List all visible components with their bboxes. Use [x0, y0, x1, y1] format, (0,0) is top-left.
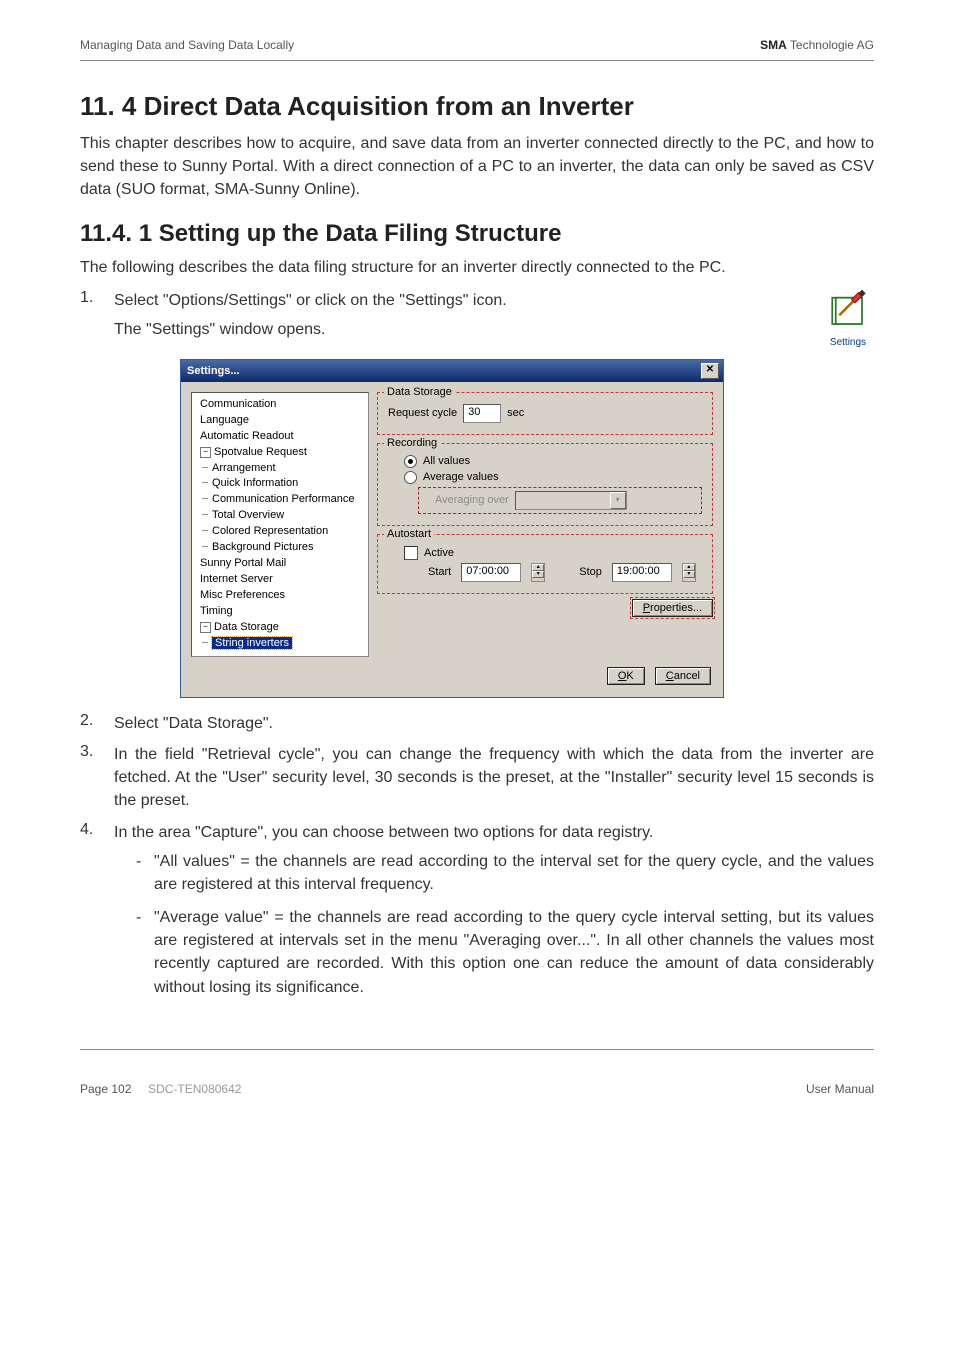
group-autostart: Autostart Active Start 07:00:00 ▴▾ Stop …: [377, 534, 713, 594]
group-legend: Recording: [384, 437, 440, 449]
group-recording: Recording All values Average values Aver…: [377, 443, 713, 526]
radio-all-values[interactable]: [404, 455, 417, 468]
step-number: 1.: [80, 289, 114, 351]
ok-button[interactable]: OK: [607, 667, 645, 685]
page-header: Managing Data and Saving Data Locally SM…: [80, 38, 874, 52]
tree-node-spotvalue[interactable]: −Spotvalue Request: [198, 445, 366, 461]
tree-node-automatic-readout[interactable]: Automatic Readout: [198, 429, 366, 445]
start-label: Start: [428, 566, 451, 578]
properties-button[interactable]: Properties...: [632, 599, 713, 617]
step-text: In the field "Retrieval cycle", you can …: [114, 743, 874, 813]
tree-node-arrangement[interactable]: Arrangement: [198, 461, 366, 477]
chevron-down-icon[interactable]: ▾: [683, 571, 695, 578]
subsection-paragraph: The following describes the data filing …: [80, 256, 874, 279]
footer-rule: [80, 1049, 874, 1050]
settings-icon: [827, 289, 869, 331]
section-paragraph: This chapter describes how to acquire, a…: [80, 132, 874, 202]
request-cycle-label: Request cycle: [388, 407, 457, 419]
steps-list: 1. Select "Options/Settings" or click on…: [80, 289, 874, 351]
close-icon[interactable]: ✕: [701, 363, 719, 379]
dialog-title: Settings...: [187, 365, 240, 377]
header-left: Managing Data and Saving Data Locally: [80, 38, 294, 52]
step-text: In the area "Capture", you can choose be…: [114, 821, 874, 844]
chevron-down-icon[interactable]: ▾: [610, 492, 626, 509]
radio-average-values[interactable]: [404, 471, 417, 484]
tree-node-internet-server[interactable]: Internet Server: [198, 572, 366, 588]
group-legend: Autostart: [384, 528, 434, 540]
settings-tree[interactable]: Communication Language Automatic Readout…: [191, 392, 369, 657]
step-subtext: The "Settings" window opens.: [114, 318, 810, 341]
tree-node-communication[interactable]: Communication: [198, 397, 366, 413]
steps-list-cont: 2. Select "Data Storage". 3. In the fiel…: [80, 712, 874, 1009]
page-footer: Page 102 SDC-TEN080642 User Manual: [80, 1082, 874, 1096]
stop-label: Stop: [579, 566, 602, 578]
start-spinner[interactable]: ▴▾: [531, 563, 545, 582]
footer-page: Page 102: [80, 1082, 131, 1096]
header-rule: [80, 60, 874, 61]
chevron-up-icon[interactable]: ▴: [532, 564, 544, 571]
averaging-over-select[interactable]: ▾: [515, 491, 627, 510]
tree-node-total-overview[interactable]: Total Overview: [198, 508, 366, 524]
chevron-down-icon[interactable]: ▾: [532, 571, 544, 578]
start-time-input[interactable]: 07:00:00: [461, 563, 521, 582]
step-text: Select "Data Storage".: [114, 712, 874, 735]
radio-average-values-label: Average values: [423, 471, 499, 483]
tree-node-sunny-portal[interactable]: Sunny Portal Mail: [198, 556, 366, 572]
tree-node-quick-info[interactable]: Quick Information: [198, 476, 366, 492]
bullet-all-values: "All values" = the channels are read acc…: [136, 850, 874, 896]
step-number: 3.: [80, 743, 114, 813]
checkbox-active[interactable]: [404, 546, 418, 560]
tree-node-colored-rep[interactable]: Colored Representation: [198, 524, 366, 540]
settings-icon-column: Settings: [822, 289, 874, 351]
tree-node-data-storage[interactable]: −Data Storage: [198, 620, 366, 636]
subsection-heading: 11.4. 1 Setting up the Data Filing Struc…: [80, 220, 874, 248]
stop-time-input[interactable]: 19:00:00: [612, 563, 672, 582]
footer-doc-code: SDC-TEN080642: [148, 1082, 241, 1096]
checkbox-active-label: Active: [424, 547, 454, 559]
bullet-average-value: "Average value" = the channels are read …: [136, 906, 874, 999]
sec-label: sec: [507, 407, 524, 419]
group-data-storage: Data Storage Request cycle 30 sec: [377, 392, 713, 435]
collapse-icon[interactable]: −: [200, 622, 211, 633]
section-heading: 11. 4 Direct Data Acquisition from an In…: [80, 91, 874, 122]
tree-node-language[interactable]: Language: [198, 413, 366, 429]
header-right: SMA Technologie AG: [760, 38, 874, 52]
radio-all-values-label: All values: [423, 455, 470, 467]
settings-right-pane: Data Storage Request cycle 30 sec Record…: [377, 392, 713, 657]
chevron-up-icon[interactable]: ▴: [683, 564, 695, 571]
cancel-button[interactable]: Cancel: [655, 667, 711, 685]
footer-right: User Manual: [806, 1082, 874, 1096]
dialog-titlebar[interactable]: Settings... ✕: [181, 360, 723, 382]
collapse-icon[interactable]: −: [200, 447, 211, 458]
averaging-over-label: Averaging over: [435, 494, 509, 506]
tree-node-comm-perf[interactable]: Communication Performance: [198, 492, 366, 508]
stop-spinner[interactable]: ▴▾: [682, 563, 696, 582]
settings-icon-label: Settings: [822, 336, 874, 351]
step-text: Select "Options/Settings" or click on th…: [114, 289, 810, 312]
request-cycle-input[interactable]: 30: [463, 404, 501, 423]
tree-node-misc-prefs[interactable]: Misc Preferences: [198, 588, 366, 604]
step-number: 2.: [80, 712, 114, 735]
tree-node-string-inverters[interactable]: String inverters: [198, 636, 366, 652]
group-legend: Data Storage: [384, 386, 455, 398]
step-number: 4.: [80, 821, 114, 1009]
tree-node-bg-pictures[interactable]: Background Pictures: [198, 540, 366, 556]
settings-dialog: Settings... ✕ Communication Language Aut…: [180, 359, 724, 698]
tree-node-timing[interactable]: Timing: [198, 604, 366, 620]
